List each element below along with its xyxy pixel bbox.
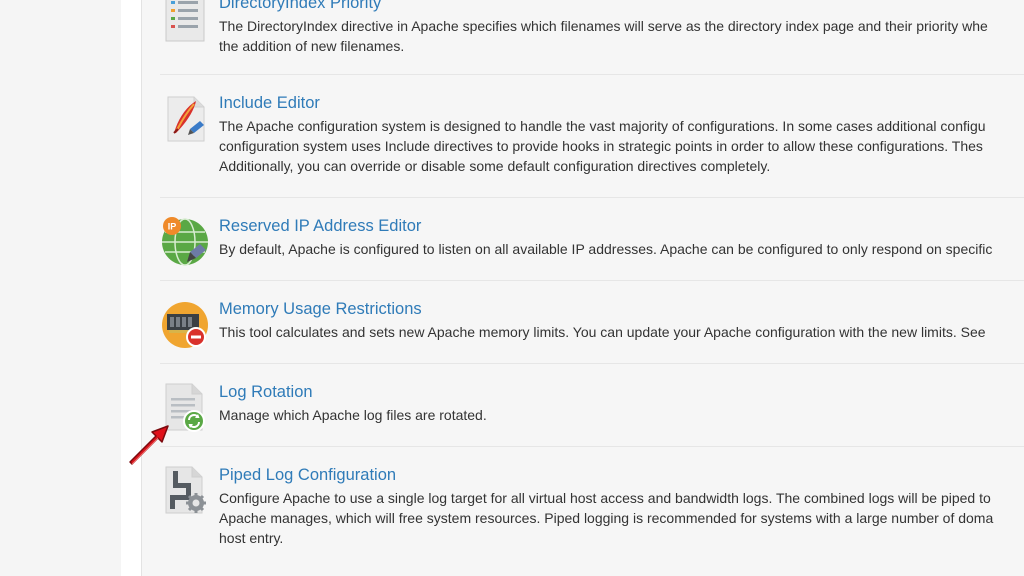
description-line: the addition of new filenames.: [219, 38, 405, 54]
svg-text:IP: IP: [168, 222, 177, 232]
item-separator: [160, 363, 1024, 364]
feature-description: The DirectoryIndex directive in Apache s…: [219, 16, 1024, 56]
feature-description: This tool calculates and sets new Apache…: [219, 322, 1024, 342]
description-line: The Apache configuration system is desig…: [219, 118, 986, 134]
include-editor-feather-icon: [160, 93, 210, 143]
item-separator: [160, 280, 1024, 281]
left-gutter: [0, 0, 121, 576]
item-separator: [160, 197, 1024, 198]
description-line: By default, Apache is configured to list…: [219, 241, 993, 257]
feature-title-link[interactable]: DirectoryIndex Priority: [219, 0, 381, 13]
feature-title-link[interactable]: Memory Usage Restrictions: [219, 299, 422, 319]
sidebar-strip: [121, 0, 142, 576]
feature-title-link[interactable]: Reserved IP Address Editor: [219, 216, 421, 236]
description-line: Manage which Apache log files are rotate…: [219, 407, 487, 423]
feature-description: The Apache configuration system is desig…: [219, 116, 1024, 176]
globe-ip-icon: IP: [160, 216, 210, 266]
description-line: The DirectoryIndex directive in Apache s…: [219, 18, 988, 34]
description-line: host entry.: [219, 530, 284, 546]
feature-title-link[interactable]: Include Editor: [219, 93, 320, 113]
piped-log-icon: [160, 465, 210, 515]
feature-list: DirectoryIndex Priority The DirectoryInd…: [142, 0, 1024, 576]
item-separator: [160, 446, 1024, 447]
feature-description: Manage which Apache log files are rotate…: [219, 405, 1024, 425]
red-pointer-arrow-icon: [122, 420, 174, 468]
feature-description: Configure Apache to use a single log tar…: [219, 488, 1024, 548]
feature-title-link[interactable]: Piped Log Configuration: [219, 465, 396, 485]
directory-list-icon: [160, 0, 210, 43]
memory-chip-icon: [160, 299, 210, 349]
description-line: Apache manages, which will free system r…: [219, 510, 994, 526]
description-line: This tool calculates and sets new Apache…: [219, 324, 986, 340]
feature-description: By default, Apache is configured to list…: [219, 239, 1024, 259]
item-separator: [160, 74, 1024, 75]
description-line: Additionally, you can override or disabl…: [219, 158, 771, 174]
feature-title-link[interactable]: Log Rotation: [219, 382, 313, 402]
description-line: configuration system uses Include direct…: [219, 138, 983, 154]
description-line: Configure Apache to use a single log tar…: [219, 490, 991, 506]
